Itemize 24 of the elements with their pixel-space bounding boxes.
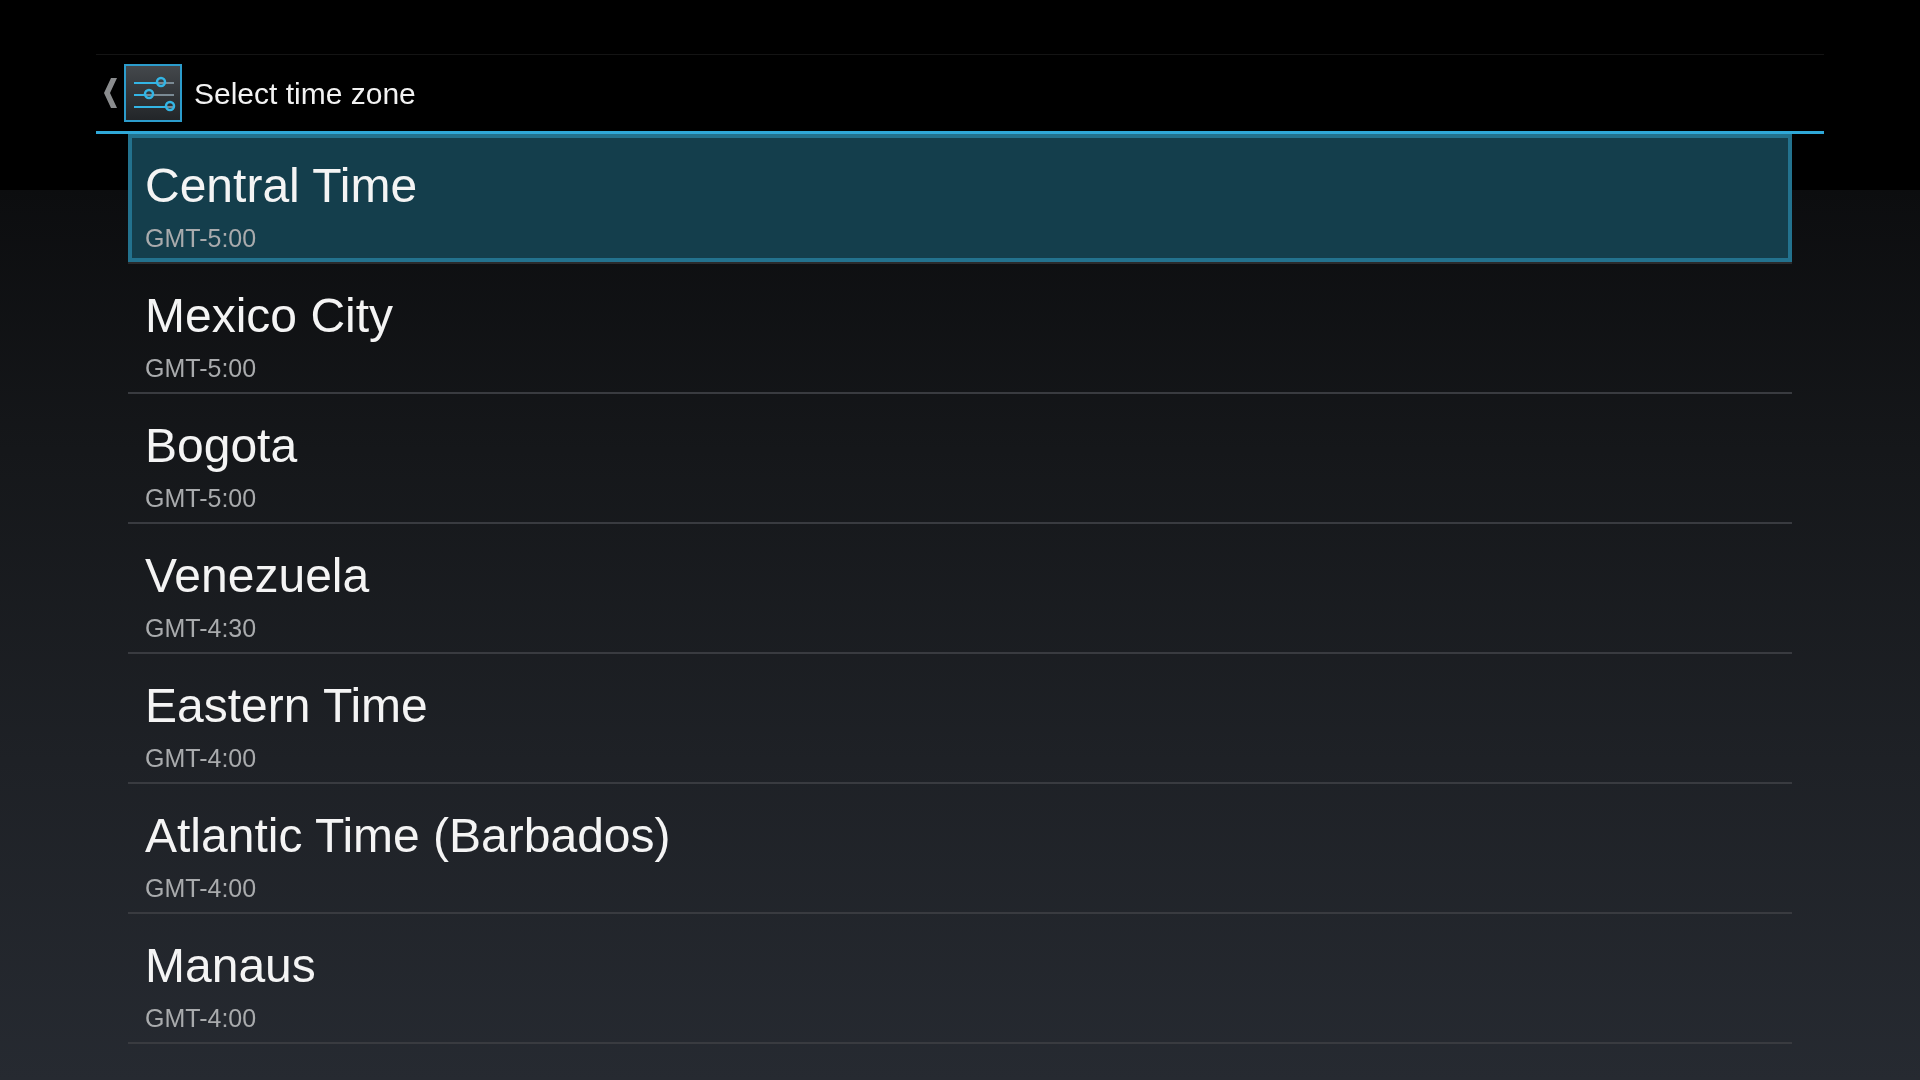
sliders-icon[interactable]	[124, 64, 182, 122]
gmt-offset: GMT-5:00	[145, 355, 257, 381]
zone-name: Manaus	[145, 942, 316, 990]
zone-name: Eastern Time	[145, 682, 428, 730]
zone-name: Bogota	[145, 422, 298, 470]
time-zone-item[interactable]: Central Time GMT-5:00	[128, 134, 1792, 264]
time-zone-item[interactable]: Atlantic Time (Barbados) GMT-4:00	[128, 784, 1792, 914]
gmt-offset: GMT-4:00	[145, 745, 257, 771]
gmt-offset: GMT-4:30	[145, 615, 257, 641]
time-zone-item[interactable]: Mexico City GMT-5:00	[128, 264, 1792, 394]
time-zone-item[interactable]: Eastern Time GMT-4:00	[128, 654, 1792, 784]
back-chevron-icon[interactable]	[104, 78, 117, 108]
gmt-offset: GMT-4:00	[145, 1005, 257, 1031]
time-zone-item[interactable]: Manaus GMT-4:00	[128, 914, 1792, 1044]
zone-name: Mexico City	[145, 292, 394, 340]
gmt-offset: GMT-5:00	[145, 485, 257, 511]
zone-name: Atlantic Time (Barbados)	[145, 812, 671, 860]
zone-name: Central Time	[145, 162, 418, 210]
time-zone-item[interactable]: Venezuela GMT-4:30	[128, 524, 1792, 654]
gmt-offset: GMT-4:00	[145, 875, 257, 901]
time-zone-item[interactable]: Bogota GMT-5:00	[128, 394, 1792, 524]
screen-title: Select time zone	[194, 76, 416, 111]
zone-name: Venezuela	[145, 552, 370, 600]
gmt-offset: GMT-5:00	[145, 225, 257, 251]
